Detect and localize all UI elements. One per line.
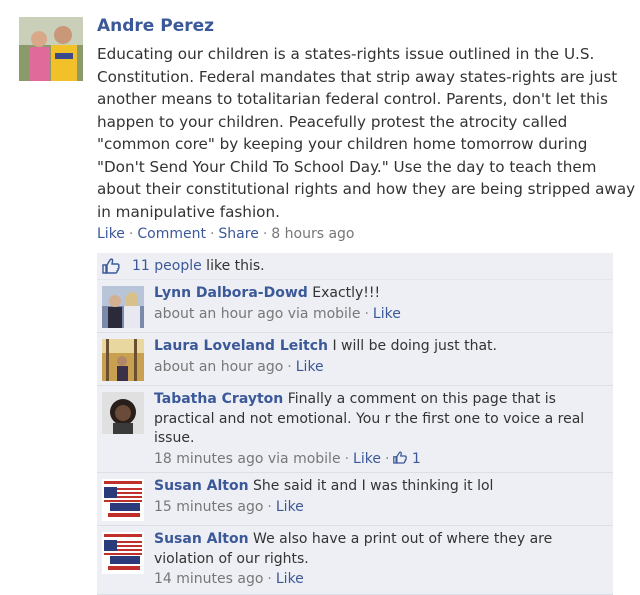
comment-like-link[interactable]: Like (276, 571, 304, 587)
comment-text: Exactly!!! (307, 285, 381, 301)
like-count-value: 1 (411, 450, 421, 467)
post-actions: Like · Comment · Share · 8 hours ago (97, 226, 354, 242)
separator: · (344, 450, 350, 467)
post-timestamp[interactable]: 8 hours ago (271, 226, 354, 242)
comment-timestamp[interactable]: 14 minutes ago (154, 571, 263, 587)
comment-like-count[interactable]: 1 (393, 450, 421, 467)
separator: · (287, 358, 292, 375)
author-avatar[interactable] (19, 17, 83, 81)
separator: · (364, 305, 369, 322)
thumbs-up-icon (393, 451, 408, 464)
comment-item: Lynn Dalbora-Dowd Exactly!!! about an ho… (97, 280, 613, 333)
comment-text: I will be doing just that. (328, 338, 497, 354)
comment-meta: 14 minutes ago · Like (154, 569, 605, 590)
commenter-avatar[interactable] (102, 286, 144, 328)
separator: · (267, 571, 272, 587)
comment-text: She said it and I was thinking it lol (248, 478, 494, 494)
comment-timestamp[interactable]: about an hour ago via mobile (154, 306, 360, 322)
comment-like-link[interactable]: Like (296, 359, 324, 375)
comment-timestamp[interactable]: about an hour ago (154, 359, 283, 375)
separator: · (384, 450, 390, 467)
comment-meta: 18 minutes ago via mobile · Like · 1 (154, 449, 605, 470)
comment-meta: 15 minutes ago · Like (154, 497, 605, 518)
separator: · (128, 226, 134, 242)
comment-item: Laura Loveland Leitch I will be doing ju… (97, 333, 613, 386)
thumbs-up-icon (102, 258, 120, 278)
likes-text: 11 people like this. (132, 258, 265, 274)
comment-like-link[interactable]: Like (353, 451, 381, 467)
commenter-avatar[interactable] (102, 339, 144, 381)
comment-author[interactable]: Susan Alton (154, 478, 249, 494)
likes-suffix: like this. (201, 258, 265, 274)
likes-count-link[interactable]: 11 people (132, 258, 202, 274)
separator: · (209, 226, 215, 242)
comment-item: Susan Alton We also have a print out of … (97, 526, 613, 595)
post-like-link[interactable]: Like (97, 226, 125, 242)
comment-timestamp[interactable]: 18 minutes ago via mobile (154, 451, 341, 467)
post-text: Educating our children is a states-right… (97, 45, 636, 221)
comment-author[interactable]: Laura Loveland Leitch (154, 338, 328, 354)
comment-meta: about an hour ago · Like (154, 357, 605, 378)
post-comment-link[interactable]: Comment (137, 226, 206, 242)
comment-like-link[interactable]: Like (276, 499, 304, 515)
comment-author[interactable]: Susan Alton (154, 531, 249, 547)
likes-summary: 11 people like this. (97, 253, 613, 280)
comment-meta: about an hour ago via mobile · Like (154, 304, 605, 325)
comment-timestamp[interactable]: 15 minutes ago (154, 499, 263, 515)
separator: · (267, 498, 272, 515)
post-share-link[interactable]: Share (218, 226, 258, 242)
comment-item: Tabatha Crayton Finally a comment on thi… (97, 386, 613, 473)
post-author-name[interactable]: Andre Perez (97, 16, 214, 36)
comment-like-link[interactable]: Like (373, 306, 401, 322)
comment-author[interactable]: Tabatha Crayton (154, 391, 283, 407)
comment-author[interactable]: Lynn Dalbora-Dowd (154, 285, 308, 301)
separator: · (262, 226, 268, 242)
commenter-avatar[interactable] (102, 532, 144, 574)
commenter-avatar[interactable] (102, 392, 144, 434)
comment-item: Susan Alton She said it and I was thinki… (97, 473, 613, 526)
commenter-avatar[interactable] (102, 479, 144, 521)
comments-section: 11 people like this. Lynn Dalbora-Dowd E… (97, 253, 613, 595)
